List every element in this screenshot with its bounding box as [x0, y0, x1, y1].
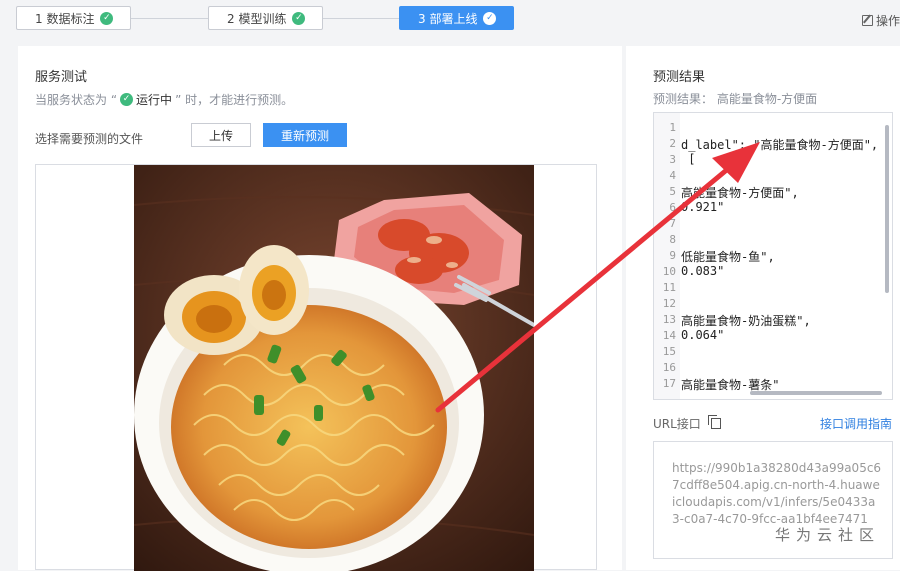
noodle-photo	[134, 165, 534, 571]
line-number: 15	[662, 345, 676, 358]
service-test-panel: 服务测试 当服务状态为 “ ✓ 运行中 ” 时，才能进行预测。 选择需要预测的文…	[18, 46, 622, 571]
line-number: 10	[662, 265, 676, 278]
step-deploy[interactable]: 3 部署上线 ✓	[399, 6, 514, 30]
step-data-labeling[interactable]: 1 数据标注 ✓	[16, 6, 131, 30]
check-icon: ✓	[483, 11, 497, 25]
code-line: 0.921"	[681, 200, 725, 214]
code-line: 高能量食物-奶油蛋糕",	[681, 314, 811, 328]
vertical-scrollbar[interactable]	[885, 125, 889, 293]
api-guide-link[interactable]: 接口调用指南	[820, 415, 892, 432]
code-line: 高能量食物-方便面",	[681, 186, 799, 200]
upload-button[interactable]: 上传	[191, 123, 251, 147]
line-number: 16	[662, 361, 676, 374]
line-number: 8	[669, 233, 676, 246]
step-connector	[131, 18, 208, 19]
result-json-viewer[interactable]: 1 2 3 4 5 6 7 8 9 10 11 12 13 14 15 16 1…	[653, 112, 893, 400]
line-number: 12	[662, 297, 676, 310]
stepper: 1 数据标注 ✓ 2 模型训练 ✓ 3 部署上线 ✓ 操作	[0, 0, 900, 46]
copy-icon[interactable]	[707, 415, 721, 429]
hint-status: 运行中	[136, 93, 173, 107]
line-number: 14	[662, 329, 676, 342]
step-label: 2 模型训练	[227, 11, 287, 26]
line-number: 9	[669, 249, 676, 262]
section-title: 服务测试	[35, 70, 88, 85]
operations-label: 操作	[875, 14, 900, 28]
check-icon: ✓	[100, 11, 114, 25]
running-check-icon: ✓	[120, 93, 134, 106]
repredict-button[interactable]: 重新预测	[263, 123, 347, 147]
url-label-row: URL接口	[653, 415, 721, 432]
code-line: d_label": "高能量食物-方便面",	[681, 138, 879, 152]
prediction-result-panel: 预测结果 预测结果： 高能量食物-方便面 1 2 3 4 5 6 7 8 9 1…	[626, 46, 900, 570]
url-label: URL接口	[653, 417, 701, 431]
line-number: 3	[669, 153, 676, 166]
hint-prefix: 当服务状态为 “	[35, 93, 118, 107]
image-preview	[35, 164, 597, 571]
horizontal-scrollbar[interactable]	[750, 391, 882, 395]
edit-icon	[861, 15, 873, 26]
result-title: 预测结果	[653, 70, 706, 85]
code-line: 低能量食物-鱼",	[681, 250, 775, 264]
file-select-label: 选择需要预测的文件	[35, 132, 144, 146]
line-number: 13	[662, 313, 676, 326]
step-connector	[323, 18, 399, 19]
line-number: 11	[662, 281, 676, 294]
line-number: 17	[662, 377, 676, 390]
check-icon: ✓	[292, 11, 306, 25]
operations-link[interactable]: 操作	[861, 12, 900, 29]
step-model-training[interactable]: 2 模型训练 ✓	[208, 6, 323, 30]
hint-suffix: ” 时，才能进行预测。	[175, 93, 294, 107]
step-label: 1 数据标注	[35, 11, 95, 26]
url-field[interactable]: https://990b1a38280d43a99a05c67cdff8e504…	[653, 441, 893, 559]
line-number: 7	[669, 217, 676, 230]
status-hint: 当服务状态为 “ ✓ 运行中 ” 时，才能进行预测。	[35, 91, 293, 108]
line-number-gutter: 1 2 3 4 5 6 7 8 9 10 11 12 13 14 15 16 1…	[654, 113, 680, 399]
line-number: 1	[669, 121, 676, 134]
code-line: [	[681, 152, 696, 166]
line-number: 2	[669, 137, 676, 150]
line-number: 4	[669, 169, 676, 182]
code-line: 0.064"	[681, 328, 725, 342]
code-line: 0.083"	[681, 264, 725, 278]
result-subtitle: 预测结果： 高能量食物-方便面	[653, 92, 818, 106]
line-number: 5	[669, 185, 676, 198]
line-number: 6	[669, 201, 676, 214]
watermark: 华为云社区	[774, 526, 880, 544]
step-label: 3 部署上线	[418, 11, 478, 26]
url-value: https://990b1a38280d43a99a05c67cdff8e504…	[672, 461, 882, 526]
